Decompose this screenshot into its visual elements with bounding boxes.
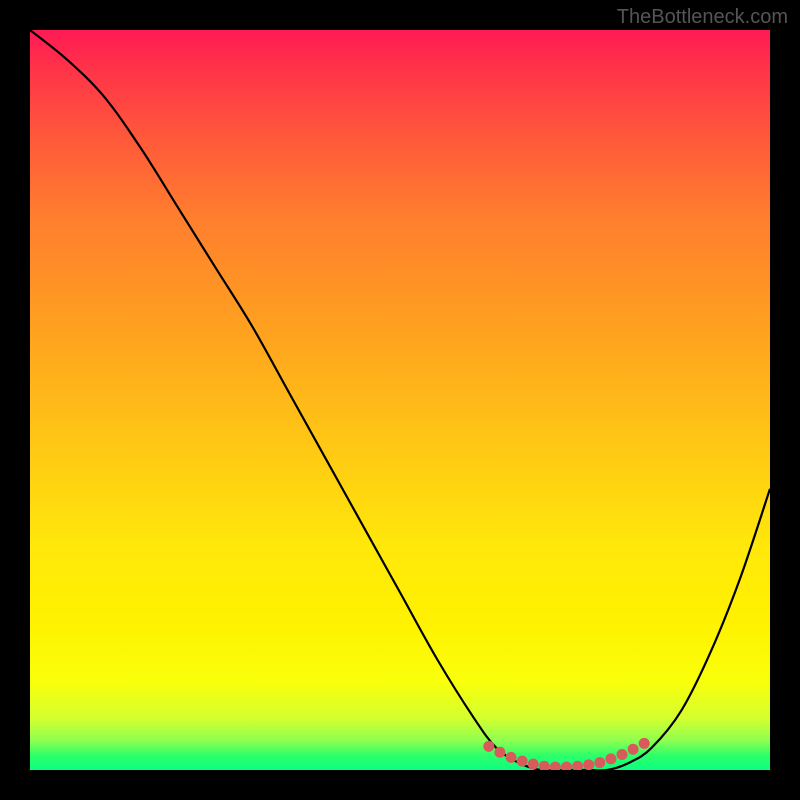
highlight-dot bbox=[628, 744, 639, 755]
highlight-dot bbox=[494, 747, 505, 758]
highlight-dot bbox=[617, 749, 628, 760]
chart-plot-area bbox=[30, 30, 770, 770]
highlight-dot bbox=[572, 761, 583, 770]
highlight-dot bbox=[528, 759, 539, 770]
highlight-dot bbox=[639, 738, 650, 749]
highlight-dot bbox=[483, 741, 494, 752]
highlight-dot bbox=[517, 756, 528, 767]
highlight-dot bbox=[539, 761, 550, 770]
optimal-range-dots bbox=[30, 30, 770, 770]
attribution-text: TheBottleneck.com bbox=[617, 6, 788, 29]
highlight-dot bbox=[605, 753, 616, 764]
highlight-dot bbox=[594, 757, 605, 768]
highlight-dot bbox=[506, 752, 517, 763]
highlight-dot bbox=[550, 762, 561, 770]
highlight-dot bbox=[561, 762, 572, 770]
highlight-dot bbox=[583, 759, 594, 770]
